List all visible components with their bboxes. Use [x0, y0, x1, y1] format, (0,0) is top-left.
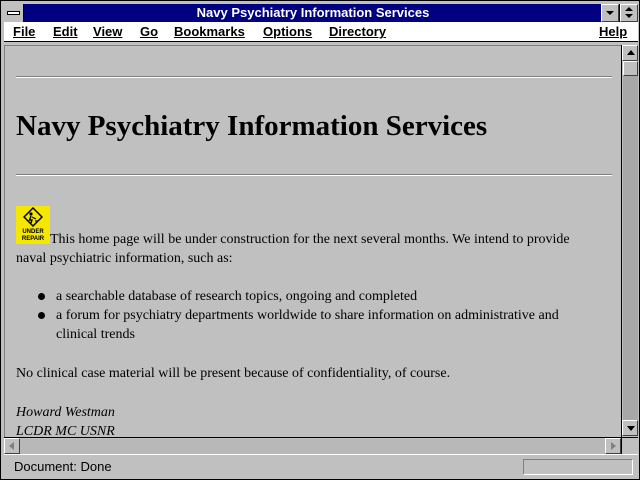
arrow-up-icon: [627, 50, 635, 55]
list-item: a searchable database of research topics…: [56, 289, 418, 304]
document-view[interactable]: Navy Psychiatry Information Services UND…: [4, 45, 621, 437]
signature-title: LCDR MC USNR: [16, 424, 115, 437]
status-bar: Document: Done: [4, 454, 638, 478]
intro-line-2: naval psychiatric information, such as:: [16, 251, 233, 266]
vertical-scrollbar[interactable]: [621, 45, 638, 437]
intro-line-1: This home page will be under constructio…: [50, 232, 570, 247]
scroll-up-button[interactable]: [622, 45, 638, 61]
system-menu-icon: [7, 11, 20, 15]
page-heading: Navy Psychiatry Information Services: [16, 110, 488, 142]
scrollbar-corner: [621, 437, 638, 454]
system-menu-button[interactable]: [4, 4, 24, 22]
menu-options[interactable]: Options: [263, 24, 312, 39]
restore-up-icon: [625, 7, 633, 11]
progress-indicator: [523, 459, 633, 475]
browser-window: Navy Psychiatry Information Services Fil…: [0, 0, 640, 480]
status-text: Document: Done: [14, 459, 112, 474]
menu-bookmarks[interactable]: Bookmarks: [174, 24, 245, 39]
worker-sign-icon: [23, 207, 43, 227]
bullet-icon: [38, 312, 45, 319]
horizontal-rule-top: [16, 76, 612, 78]
under-label: UNDER: [22, 229, 44, 235]
repair-label: REPAIR: [21, 236, 45, 242]
arrow-down-icon: [627, 426, 635, 431]
vertical-scroll-track[interactable]: [623, 61, 638, 421]
menu-help[interactable]: Help: [599, 24, 627, 39]
scroll-right-button[interactable]: [605, 438, 621, 454]
arrow-left-icon: [9, 442, 14, 450]
menu-go[interactable]: Go: [140, 24, 158, 39]
confidentiality-note: No clinical case material will be presen…: [16, 366, 451, 381]
restore-down-icon: [625, 14, 633, 18]
arrow-right-icon: [611, 442, 616, 450]
horizontal-scroll-track[interactable]: [20, 439, 605, 454]
horizontal-rule-bottom: [16, 174, 612, 176]
menu-bar: File Edit View Go Bookmarks Options Dire…: [4, 22, 638, 42]
title-bar[interactable]: Navy Psychiatry Information Services: [4, 4, 638, 22]
under-repair-icon: UNDER REPAIR: [16, 206, 50, 244]
minimize-button[interactable]: [601, 4, 619, 22]
scroll-down-button[interactable]: [622, 420, 638, 436]
bullet-icon: [38, 293, 45, 300]
list-item-continued: clinical trends: [56, 327, 135, 342]
menu-directory[interactable]: Directory: [329, 24, 386, 39]
minimize-icon: [606, 11, 614, 15]
horizontal-scrollbar[interactable]: [4, 437, 621, 454]
menu-file[interactable]: File: [13, 24, 35, 39]
menu-view[interactable]: View: [93, 24, 122, 39]
menu-edit[interactable]: Edit: [53, 24, 78, 39]
maximize-button[interactable]: [620, 4, 638, 22]
window-title: Navy Psychiatry Information Services: [196, 5, 430, 20]
vertical-scroll-thumb[interactable]: [623, 61, 638, 76]
scroll-left-button[interactable]: [4, 438, 20, 454]
list-item: a forum for psychiatry departments world…: [56, 308, 559, 323]
signature-name: Howard Westman: [16, 405, 115, 420]
